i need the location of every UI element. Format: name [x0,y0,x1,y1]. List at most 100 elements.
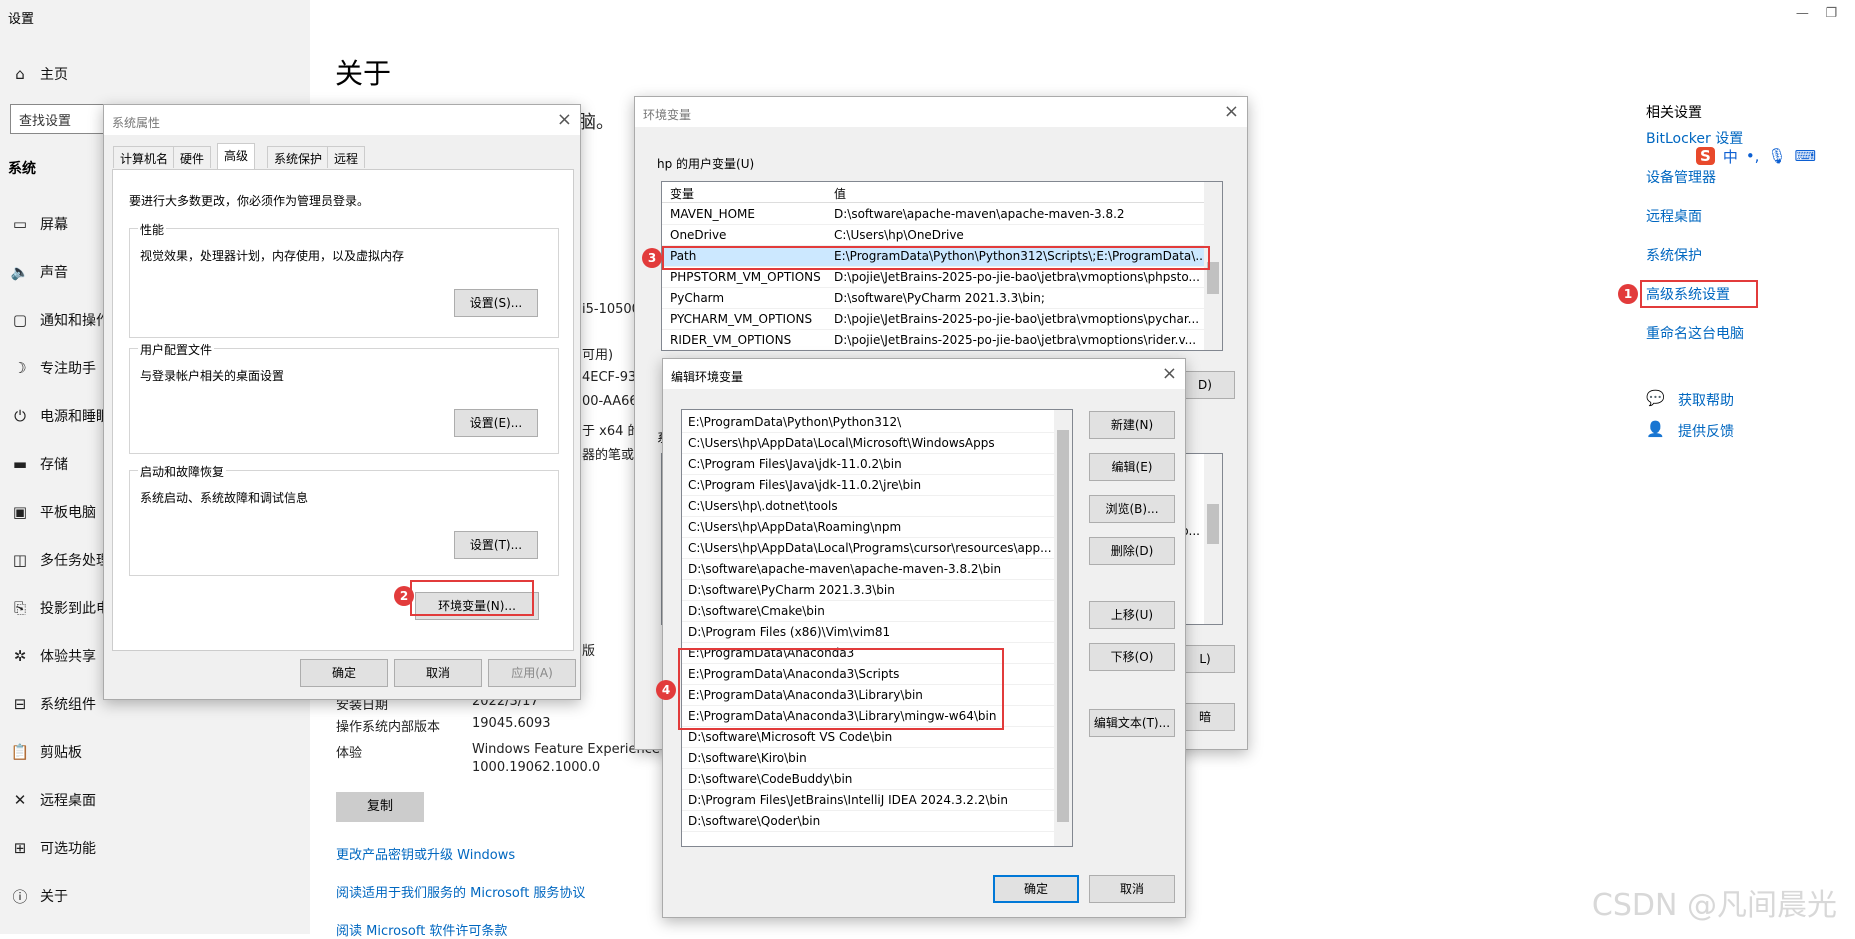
table-row[interactable]: PHPSTORM_VM_OPTIONS D:\pojie\JetBrains-20… [662,267,1204,288]
tablet-icon: ▣ [12,503,28,521]
sidebar-item-14[interactable]: ⓘ 关于 [0,876,310,916]
list-item[interactable]: C:\Users\hp\AppData\Local\Microsoft\Wind… [682,433,1054,454]
admin-note: 要进行大多数更改，你必须作为管理员登录。 [129,194,370,208]
list-item[interactable]: D:\software\Cmake\bin [682,601,1054,622]
cancel-button[interactable]: 取消 [394,659,482,687]
app-title: 设置 [8,12,35,27]
move-up-button[interactable]: 上移(U) [1089,601,1175,629]
tab-advanced[interactable]: 高级 [217,143,256,169]
close-icon[interactable]: × [1162,363,1177,384]
link-rename-pc[interactable]: 重命名这台电脑 [1646,323,1744,343]
link-service-agreement[interactable]: 阅读适用于我们服务的 Microsoft 服务协议 [336,882,585,901]
group-desc: 视觉效果，处理器计划，内存使用，以及虚拟内存 [140,249,405,263]
help-icon: 💬 [1646,389,1665,407]
path-entry: C:\Users\hp\AppData\Roaming\npm [688,520,902,534]
ok-button[interactable]: 确定 [300,659,388,687]
dialog-title: 环境变量 [635,97,1247,127]
table-row[interactable]: PYCHARM_VM_OPTIONS D:\pojie\JetBrains-202… [662,309,1204,330]
window-controls[interactable]: — ❐ [1796,6,1837,21]
punctuation-icon: •, [1745,147,1760,165]
table-row[interactable]: MAVEN_HOME D:\software\apache-maven\apach… [662,204,1204,225]
link-get-help[interactable]: 获取帮助 [1678,390,1734,410]
step-badge: 3 [642,248,662,268]
sidebar-item-label: 通知和操作 [40,313,110,329]
partial-text: 脑。 [578,112,614,133]
table-row[interactable]: PyCharm D:\software\PyCharm 2021.3.3\bin; [662,288,1204,309]
link-change-key[interactable]: 更改产品密钥或升级 Windows [336,844,515,863]
list-item[interactable]: D:\software\PyCharm 2021.3.3\bin [682,580,1054,601]
keyboard-icon: ⌨ [1794,147,1817,165]
variable-name: PHPSTORM_VM_OPTIONS [670,270,821,284]
startup-settings-button[interactable]: 设置(T)... [454,531,538,559]
variable-value: C:\Users\hp\OneDrive [834,228,964,242]
performance-settings-button[interactable]: 设置(S)... [454,289,538,317]
tab-panel: 要进行大多数更改，你必须作为管理员登录。 性能 视觉效果，处理器计划，内存使用，… [112,169,574,651]
browse-button[interactable]: 浏览(B)... [1089,495,1175,523]
close-icon[interactable]: × [1224,101,1239,122]
mic-icon: 🎙 [1767,147,1787,165]
tab-hardware[interactable]: 硬件 [173,146,212,168]
move-down-button[interactable]: 下移(O) [1089,643,1175,671]
cancel-button[interactable]: 取消 [1089,875,1175,903]
sidebar-item-label: 电源和睡眠 [40,409,110,425]
edit-text-button[interactable]: 编辑文本(T)... [1089,709,1175,737]
scrollbar[interactable] [1054,410,1072,846]
info-value: 19045.6093 [472,716,551,731]
edit-button[interactable]: 编辑(E) [1089,453,1175,481]
info-icon: ⓘ [12,887,28,906]
path-entry: D:\Program Files (x86)\Vim\vim81 [688,625,891,639]
link-license-terms[interactable]: 阅读 Microsoft 软件许可条款 [336,920,507,939]
multitask-icon: ◫ [12,551,28,569]
link-feedback[interactable]: 提供反馈 [1678,421,1734,441]
list-item[interactable]: C:\Program Files\Java\jdk-11.0.2\jre\bin [682,475,1054,496]
related-settings-title: 相关设置 [1646,105,1702,121]
partial-text: 于 x64 的 [582,424,641,439]
ime-toolbar[interactable]: S 中 •, 🎙 ⌨ [1696,144,1846,168]
variable-value: D:\pojie\JetBrains-2025-po-jie-bao\jetbr… [834,333,1197,347]
list-item[interactable]: D:\software\Microsoft VS Code\bin [682,727,1054,748]
group-label: 用户配置文件 [138,341,215,358]
sidebar-item-home[interactable]: ⌂ 主页 [0,54,310,94]
close-icon[interactable]: × [557,109,572,130]
dialog-title: 编辑环境变量 [663,359,1185,389]
link-system-protection[interactable]: 系统保护 [1646,245,1702,265]
list-item[interactable]: D:\Program Files\JetBrains\IntelliJ IDEA… [682,790,1054,811]
list-item[interactable]: D:\software\Qoder\bin [682,811,1054,832]
variable-name: PyCharm [670,291,725,305]
apply-button[interactable]: 应用(A) [488,659,576,687]
sidebar-item-label: 可选功能 [40,841,96,857]
list-item[interactable]: D:\software\apache-maven\apache-maven-3.… [682,559,1054,580]
list-item[interactable]: D:\software\Kiro\bin [682,748,1054,769]
sidebar-item-13[interactable]: ⊞ 可选功能 [0,828,310,868]
info-label: 操作系统内部版本 [336,720,441,735]
tab-system-protection[interactable]: 系统保护 [267,146,330,168]
partial-text: 版 [582,644,596,659]
notification-icon: ▢ [12,311,28,329]
list-item[interactable]: C:\Users\hp\AppData\Roaming\npm [682,517,1054,538]
sidebar-item-12[interactable]: ✕ 远程桌面 [0,780,310,820]
sidebar-item-11[interactable]: 📋 剪贴板 [0,732,310,772]
link-device-manager[interactable]: 设备管理器 [1646,167,1716,187]
scrollbar[interactable] [1204,454,1222,624]
profile-settings-button[interactable]: 设置(E)... [454,409,538,437]
list-item[interactable]: E:\ProgramData\Python\Python312\ [682,412,1054,433]
features-icon: ⊞ [13,839,27,857]
path-entries-list[interactable]: E:\ProgramData\Python\Python312\ C:\Users… [681,409,1073,847]
sidebar-item-label: 剪贴板 [40,745,82,761]
list-item[interactable]: D:\Program Files (x86)\Vim\vim81 [682,622,1054,643]
list-item[interactable]: D:\software\CodeBuddy\bin [682,769,1054,790]
tab-remote[interactable]: 远程 [327,146,366,168]
table-row[interactable]: RIDER_VM_OPTIONS D:\pojie\JetBrains-2025-… [662,330,1204,350]
table-row[interactable]: OneDrive C:\Users\hp\OneDrive [662,225,1204,246]
delete-button[interactable]: 删除(D) [1089,537,1175,565]
monitor-icon: ▭ [12,215,28,233]
info-value: 1000.19062.1000.0 [472,760,601,775]
ok-button[interactable]: 确定 [993,875,1079,903]
tab-computer-name[interactable]: 计算机名 [113,146,176,168]
link-remote-desktop[interactable]: 远程桌面 [1646,206,1702,226]
copy-button[interactable]: 复制 [336,792,424,822]
list-item[interactable]: C:\Users\hp\AppData\Local\Programs\curso… [682,538,1054,559]
new-button[interactable]: 新建(N) [1089,411,1175,439]
list-item[interactable]: C:\Program Files\Java\jdk-11.0.2\bin [682,454,1054,475]
list-item[interactable]: C:\Users\hp\.dotnet\tools [682,496,1054,517]
